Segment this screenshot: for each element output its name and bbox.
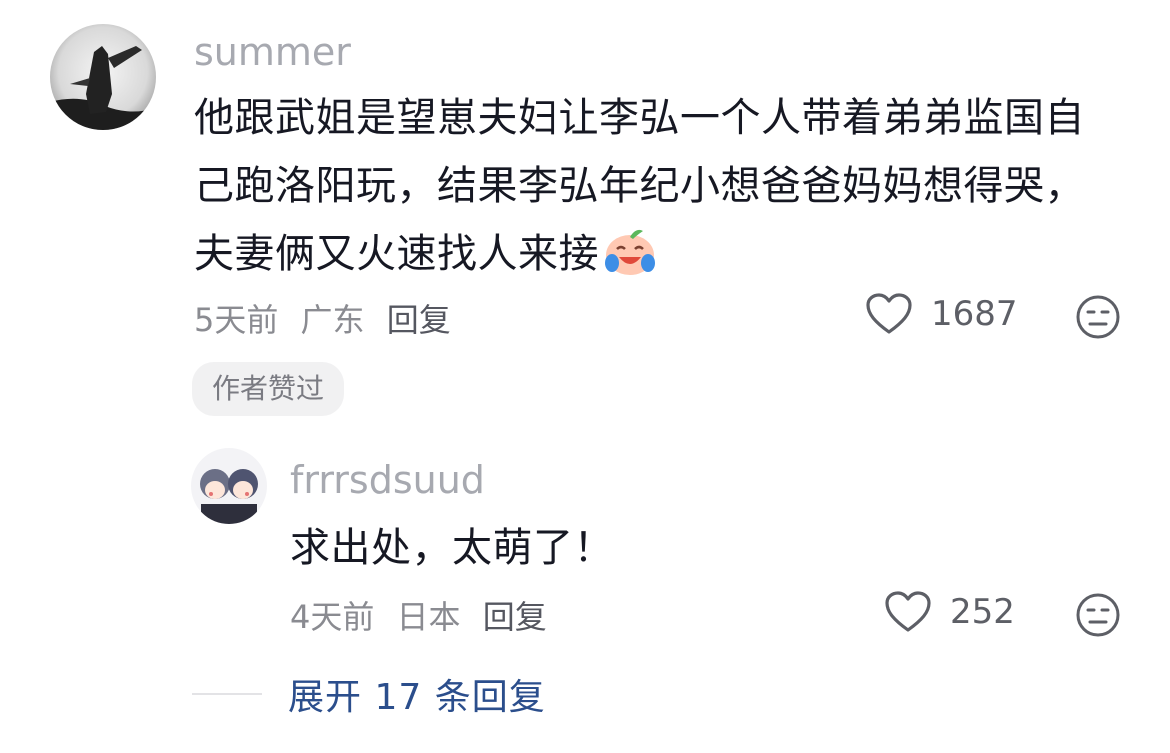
avatar-image [191,448,267,524]
reply-time: 4天前 [290,598,375,636]
reply-like-button[interactable]: 252 [884,590,1015,634]
comment-like-button[interactable]: 1687 [865,292,1018,336]
commenter-avatar[interactable] [50,24,156,130]
reply-dislike-button[interactable] [1075,592,1121,642]
reply-reply-button[interactable]: 回复 [483,598,547,636]
author-liked-badge: 作者赞过 [192,362,345,416]
reply-meta: 4天前 日本 回复 [290,592,559,638]
comment-location: 广东 [300,301,365,339]
reply-location: 日本 [396,598,461,636]
replier-avatar[interactable] [191,448,267,524]
avatar-image [50,24,156,130]
reply-like-count: 252 [950,592,1015,632]
comment-body: 他跟武姐是望崽夫妇让李弘一个人带着弟弟监国自己跑洛阳玩，结果李弘年纪小想爸爸妈妈… [194,84,1119,298]
expand-replies-button[interactable]: 展开 17 条回复 [192,668,546,720]
crying-laughing-peach-emoji [603,225,657,298]
comment-meta: 5天前 广东 回复 [194,295,463,341]
comment-dislike-button[interactable] [1075,294,1121,344]
comment-like-count: 1687 [931,294,1018,334]
reply-text: 求出处，太萌了！ [290,525,614,571]
heart-outline-icon [885,591,931,632]
replier-username[interactable]: frrrsdsuud [290,458,485,502]
comment-reply-button[interactable]: 回复 [387,301,451,339]
heart-outline-icon [866,293,912,334]
reply-body: 求出处，太萌了！ [290,514,990,582]
commenter-username[interactable]: summer [194,30,351,74]
meh-face-icon [1076,295,1120,339]
divider [192,693,262,695]
comment-time: 5天前 [194,301,279,339]
meh-face-icon [1076,593,1120,637]
expand-replies-label: 展开 17 条回复 [288,677,546,718]
